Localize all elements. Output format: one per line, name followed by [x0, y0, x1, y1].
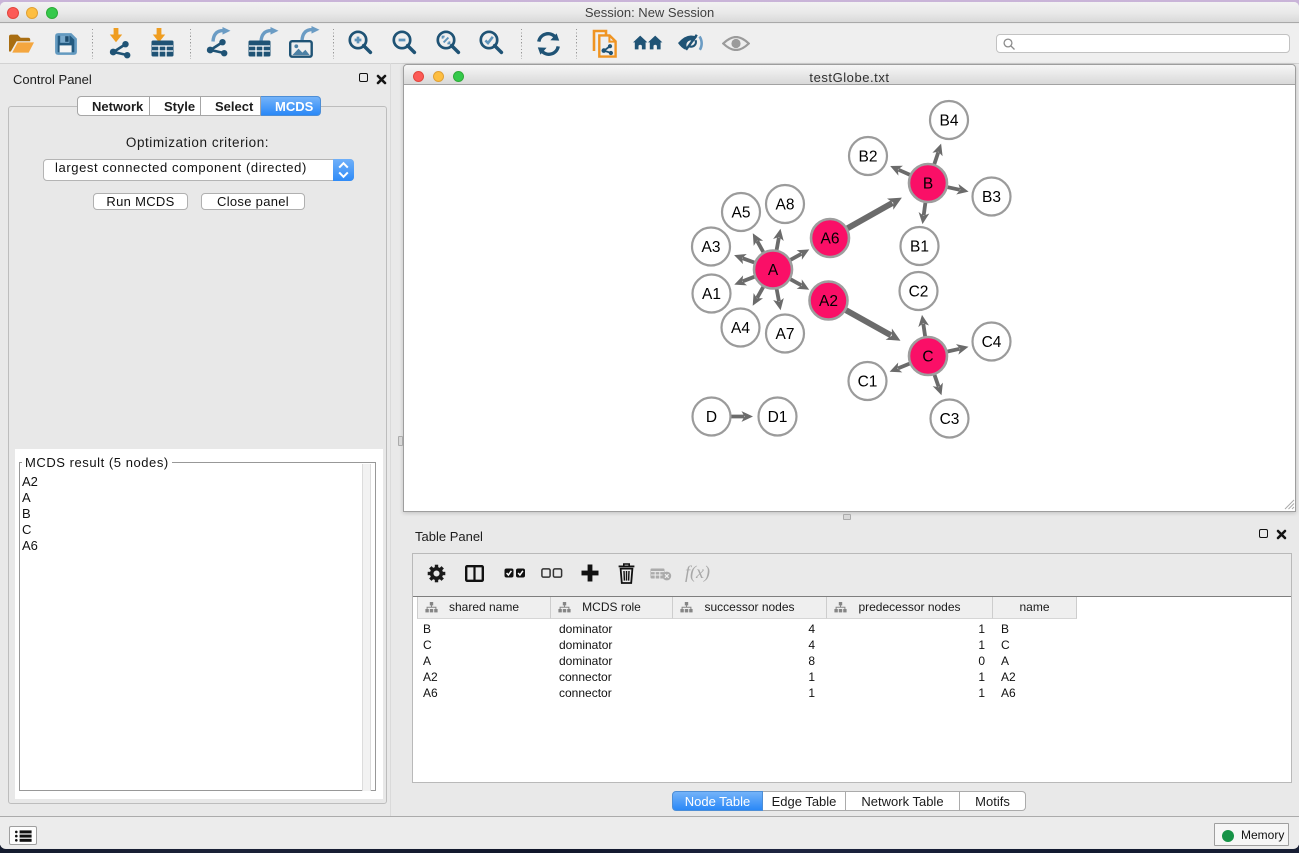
svg-text:A6: A6 [821, 231, 840, 248]
svg-text:D: D [706, 409, 717, 426]
svg-text:A7: A7 [776, 326, 795, 343]
svg-text:A: A [768, 262, 779, 279]
svg-text:C3: C3 [940, 411, 960, 428]
svg-text:B1: B1 [910, 239, 929, 256]
svg-text:C2: C2 [909, 284, 929, 301]
svg-text:D1: D1 [768, 409, 788, 426]
svg-text:B4: B4 [940, 113, 959, 130]
svg-text:A1: A1 [702, 286, 721, 303]
svg-text:B: B [923, 176, 933, 193]
svg-text:C1: C1 [858, 374, 878, 391]
svg-text:A8: A8 [776, 197, 795, 214]
svg-text:A3: A3 [702, 239, 721, 256]
svg-text:C: C [922, 349, 933, 366]
svg-text:A2: A2 [819, 293, 838, 310]
svg-text:B3: B3 [982, 189, 1001, 206]
svg-text:A4: A4 [731, 320, 750, 337]
svg-text:B2: B2 [859, 149, 878, 166]
svg-text:C4: C4 [982, 334, 1002, 351]
svg-text:A5: A5 [732, 205, 751, 222]
